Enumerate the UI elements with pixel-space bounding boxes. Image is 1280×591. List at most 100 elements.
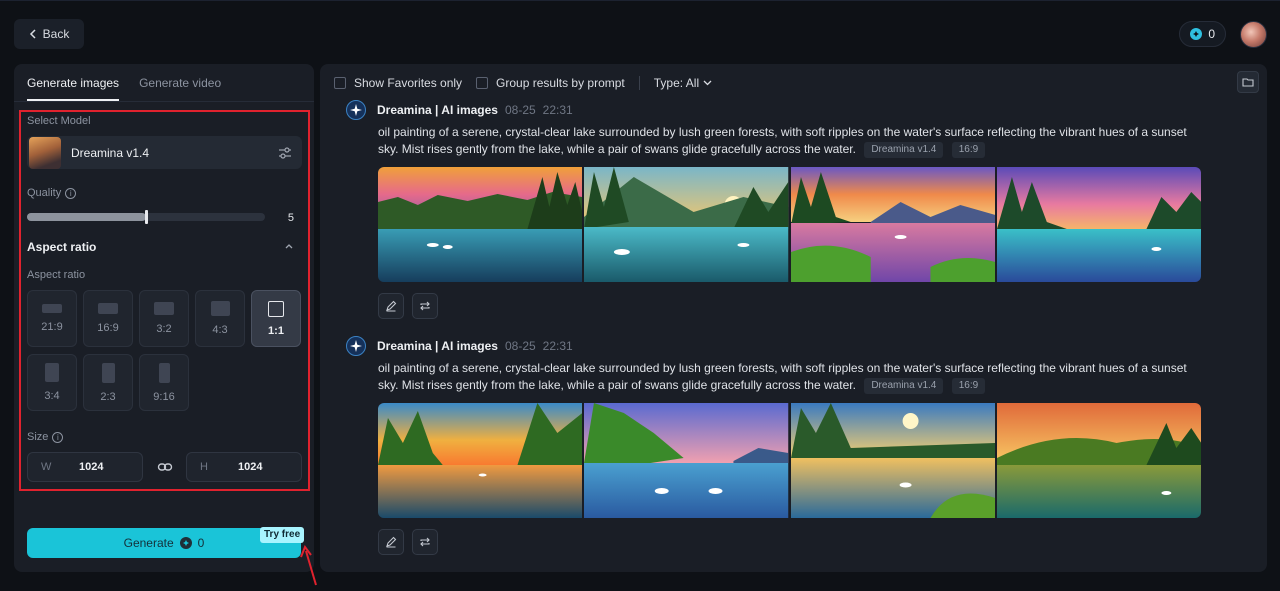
settings-highlight-box: Select Model Dreamina v1.4 Quality i 5 As… <box>19 110 310 491</box>
ratio-label: 16:9 <box>97 322 119 334</box>
aspect-ratio-section-title[interactable]: Aspect ratio <box>27 240 96 254</box>
credit-coin-icon <box>179 537 192 549</box>
regenerate-button[interactable] <box>412 529 438 555</box>
top-bar: Back 0 <box>0 0 1280 64</box>
result-header: Dreamina | AI images 08-25 22:31 <box>346 336 1246 356</box>
pencil-icon <box>386 300 397 312</box>
ratio-4-3-icon <box>210 301 230 316</box>
favorites-label: Show Favorites only <box>354 76 463 90</box>
generated-image[interactable] <box>378 403 583 518</box>
model-tag: Dreamina v1.4 <box>864 142 944 158</box>
sliders-icon[interactable] <box>278 146 292 160</box>
height-field[interactable]: H 1024 <box>186 452 302 482</box>
generated-image[interactable] <box>584 167 789 282</box>
folder-button[interactable] <box>1237 71 1259 93</box>
result-header: Dreamina | AI images 08-25 22:31 <box>346 100 1246 120</box>
mode-tabs: Generate images Generate video <box>27 64 221 102</box>
width-value: 1024 <box>79 461 104 473</box>
result-group: Dreamina | AI images 08-25 22:31 oil pai… <box>346 100 1246 319</box>
generated-image[interactable] <box>996 167 1201 282</box>
chevron-up-icon[interactable] <box>284 242 294 250</box>
tab-generate-video[interactable]: Generate video <box>139 64 221 101</box>
height-prefix: H <box>200 461 208 473</box>
quality-slider[interactable] <box>27 210 265 224</box>
ratio-option-3-4[interactable]: 3:4 <box>27 354 77 411</box>
ratio-tag: 16:9 <box>951 142 986 158</box>
prompt-text: oil painting of a serene, crystal-clear … <box>378 361 1187 392</box>
ratio-option-1-1[interactable]: 1:1 <box>251 290 301 347</box>
credits-badge[interactable]: 0 <box>1179 21 1226 47</box>
result-title: Dreamina | AI images <box>377 339 498 353</box>
group-filter[interactable]: Group results by prompt <box>476 76 625 90</box>
pencil-icon <box>386 536 397 548</box>
quality-slider-handle[interactable] <box>145 210 148 224</box>
generated-image[interactable] <box>790 403 995 518</box>
regenerate-button[interactable] <box>412 293 438 319</box>
group-label: Group results by prompt <box>496 76 625 90</box>
ratio-tag: 16:9 <box>951 378 986 394</box>
generate-label: Generate <box>123 536 174 550</box>
ratio-option-9-16[interactable]: 9:16 <box>139 354 189 411</box>
repeat-icon <box>420 537 430 547</box>
ratio-1-1-icon <box>268 300 284 317</box>
checkbox[interactable] <box>476 77 489 89</box>
edit-button[interactable] <box>378 529 404 555</box>
credits-count: 0 <box>1208 27 1215 41</box>
ratio-option-2-3[interactable]: 2:3 <box>83 354 133 411</box>
ratio-label: 21:9 <box>41 321 63 333</box>
result-time: 22:31 <box>542 339 573 353</box>
avatar[interactable] <box>1240 21 1267 48</box>
ratio-label: 2:3 <box>100 390 116 403</box>
result-prompt: oil painting of a serene, crystal-clear … <box>378 360 1208 394</box>
chevron-down-icon <box>703 80 712 86</box>
size-label-row: Size i <box>27 431 64 443</box>
width-field[interactable]: W 1024 <box>27 452 143 482</box>
generated-image[interactable] <box>996 403 1201 518</box>
ratio-label: 3:4 <box>44 390 60 402</box>
model-name: Dreamina v1.4 <box>71 145 150 160</box>
height-value: 1024 <box>238 461 263 473</box>
annotation-arrow-icon <box>300 545 317 586</box>
ratio-label: 9:16 <box>153 390 175 403</box>
ratio-9-16-icon <box>158 362 170 383</box>
quality-value: 5 <box>287 212 294 224</box>
model-selector[interactable]: Dreamina v1.4 <box>27 136 302 169</box>
ratio-option-21-9[interactable]: 21:9 <box>27 290 77 347</box>
chevron-left-icon <box>29 29 36 39</box>
ratio-option-4-3[interactable]: 4:3 <box>195 290 245 347</box>
back-button[interactable]: Back <box>14 19 84 49</box>
generate-cost: 0 <box>197 536 205 550</box>
tabs-divider <box>14 101 314 102</box>
info-icon[interactable]: i <box>52 431 64 443</box>
quality-label: Quality <box>27 187 62 199</box>
filter-bar: Show Favorites only Group results by pro… <box>334 75 712 91</box>
ratio-label: 4:3 <box>212 324 228 336</box>
edit-button[interactable] <box>378 293 404 319</box>
ratio-option-16-9[interactable]: 16:9 <box>83 290 133 347</box>
ratio-16-9-icon <box>98 303 118 314</box>
ratio-3-4-icon <box>45 363 59 382</box>
link-icon[interactable] <box>157 459 173 475</box>
select-model-label: Select Model <box>27 115 91 127</box>
type-label: Type: All <box>653 76 700 90</box>
generated-image[interactable] <box>584 403 789 518</box>
ratio-2-3-icon <box>101 362 115 383</box>
tab-generate-images[interactable]: Generate images <box>27 64 120 101</box>
width-prefix: W <box>41 461 52 473</box>
generated-image[interactable] <box>378 167 583 282</box>
image-strip <box>378 403 1201 518</box>
info-icon[interactable]: i <box>65 187 77 199</box>
back-label: Back <box>42 27 70 41</box>
ratio-option-3-2[interactable]: 3:2 <box>139 290 189 347</box>
result-actions <box>378 293 1246 319</box>
ratio-21-9-icon <box>42 304 62 313</box>
favorites-filter[interactable]: Show Favorites only <box>334 76 462 90</box>
generated-image[interactable] <box>790 167 995 282</box>
credit-coin-icon <box>1190 28 1203 40</box>
filter-divider <box>638 76 640 90</box>
ratio-label: 3:2 <box>156 323 172 335</box>
type-dropdown[interactable]: Type: All <box>654 76 712 90</box>
checkbox[interactable] <box>334 77 346 89</box>
result-date: 08-25 <box>504 103 536 117</box>
generate-panel: Generate images Generate video Select Mo… <box>14 64 314 572</box>
